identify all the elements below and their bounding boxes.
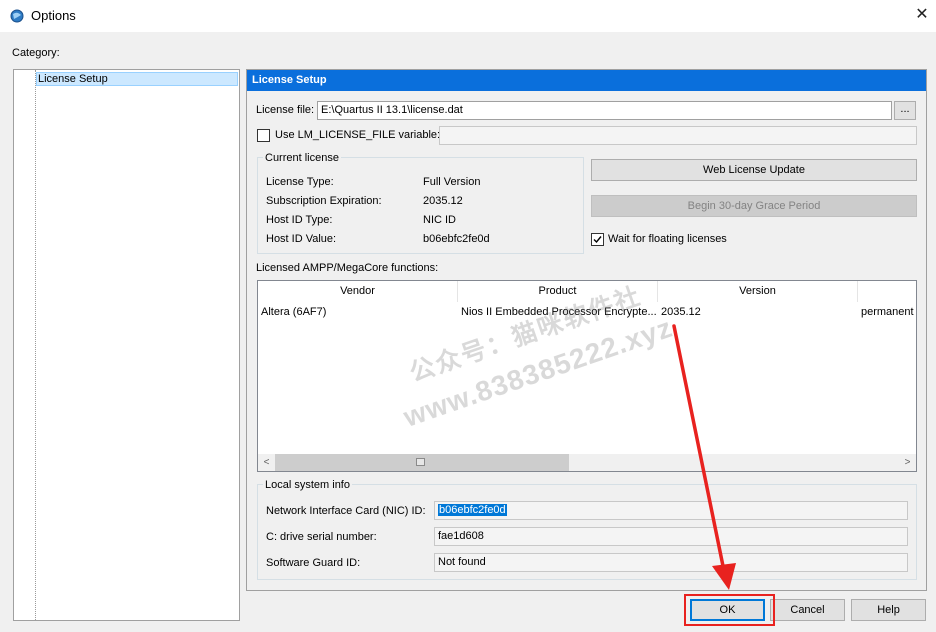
ampp-table: Vendor Product Version Altera (6AF7) Nio… (257, 280, 917, 472)
table-cell-expiration[interactable]: permanent (858, 303, 916, 321)
tree-guide-line (35, 70, 36, 620)
local-system-info-group: Local system info Network Interface Card… (257, 479, 917, 580)
host-id-type-value: NIC ID (423, 214, 456, 226)
current-license-title: Current license (263, 152, 341, 164)
column-header-product[interactable]: Product (458, 281, 658, 302)
tree-item-license-setup[interactable]: License Setup (36, 72, 238, 86)
panel-header: License Setup (247, 70, 926, 91)
web-license-update-button[interactable]: Web License Update (591, 159, 917, 181)
license-file-label: License file: (256, 104, 315, 116)
use-lm-license-checkbox[interactable] (257, 129, 270, 142)
help-button[interactable]: Help (851, 599, 926, 621)
host-id-value-value: b06ebfc2fe0d (423, 233, 490, 245)
table-cell-vendor[interactable]: Altera (6AF7) (258, 303, 458, 321)
grace-period-button[interactable]: Begin 30-day Grace Period (591, 195, 917, 217)
ok-highlight-box (684, 594, 775, 626)
host-id-type-label: Host ID Type: (266, 214, 333, 226)
quartus-globe-icon (10, 9, 24, 23)
column-header-vendor[interactable]: Vendor (258, 281, 458, 302)
subscription-expiration-label: Subscription Expiration: (266, 195, 382, 207)
scroll-left-icon[interactable]: < (258, 454, 275, 471)
c-drive-serial-field[interactable]: fae1d608 (434, 527, 908, 546)
subscription-expiration-value: 2035.12 (423, 195, 463, 207)
scroll-grip (416, 458, 425, 466)
scroll-right-icon[interactable]: > (899, 454, 916, 471)
license-setup-panel: License Setup License file: E:\Quartus I… (246, 69, 927, 591)
category-tree: License Setup (13, 69, 240, 621)
column-header-extra[interactable] (858, 281, 916, 302)
wait-floating-checkbox[interactable] (591, 233, 604, 246)
license-file-input[interactable]: E:\Quartus II 13.1\license.dat (317, 101, 892, 120)
lm-license-input[interactable] (439, 126, 917, 145)
category-label: Category: (12, 47, 60, 59)
nic-id-label: Network Interface Card (NIC) ID: (266, 505, 426, 517)
current-license-group: Current license License Type: Full Versi… (257, 152, 584, 254)
software-guard-label: Software Guard ID: (266, 557, 361, 569)
local-system-info-title: Local system info (263, 479, 352, 491)
cancel-button[interactable]: Cancel (770, 599, 845, 621)
use-lm-license-label: Use LM_LICENSE_FILE variable: (275, 129, 441, 141)
host-id-value-label: Host ID Value: (266, 233, 337, 245)
browse-button[interactable]: ... (894, 101, 916, 120)
close-icon[interactable]: ✕ (908, 4, 936, 28)
column-header-version[interactable]: Version (658, 281, 858, 302)
table-cell-version[interactable]: 2035.12 (658, 303, 858, 321)
license-type-label: License Type: (266, 176, 334, 188)
title-bar: Options ✕ (0, 0, 936, 32)
license-type-value: Full Version (423, 176, 481, 188)
c-drive-serial-label: C: drive serial number: (266, 531, 377, 543)
scroll-thumb[interactable] (275, 454, 569, 471)
table-cell-product[interactable]: Nios II Embedded Processor Encrypte... (458, 303, 658, 321)
ampp-label: Licensed AMPP/MegaCore functions: (256, 262, 439, 274)
nic-id-field[interactable]: b06ebfc2fe0d (434, 501, 908, 520)
horizontal-scrollbar[interactable]: < > (258, 454, 916, 471)
nic-id-selected-text: b06ebfc2fe0d (438, 504, 507, 516)
checkmark-icon (593, 236, 602, 244)
wait-floating-label: Wait for floating licenses (608, 233, 727, 245)
window-title: Options (31, 8, 76, 23)
software-guard-field[interactable]: Not found (434, 553, 908, 572)
